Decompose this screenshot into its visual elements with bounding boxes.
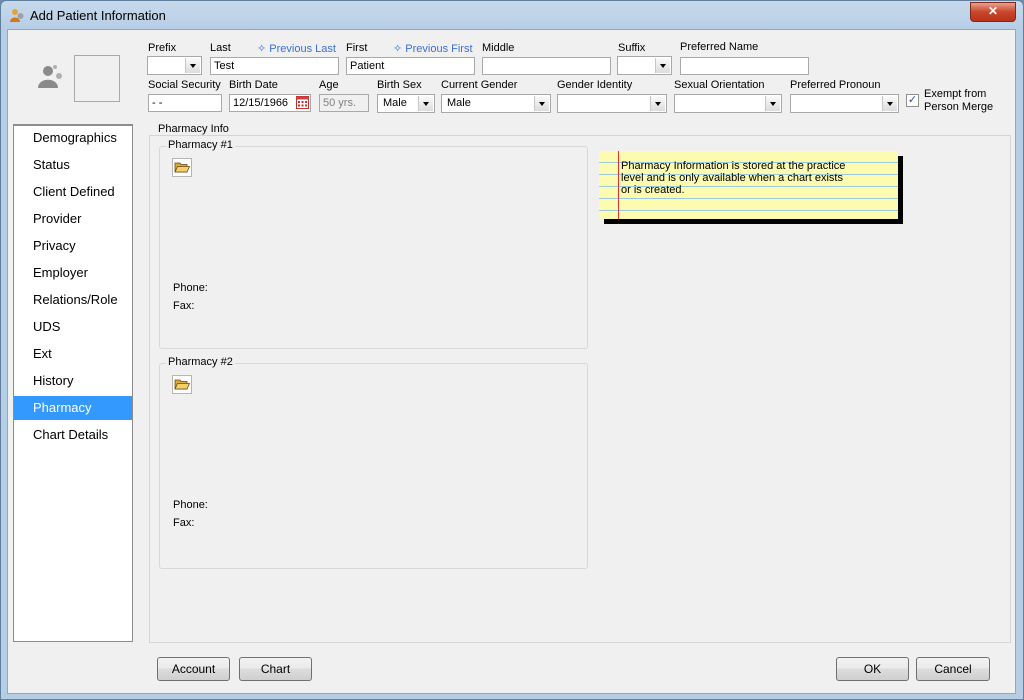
nav-item-client-defined[interactable]: Client Defined	[14, 180, 132, 204]
dialog-client-area: Prefix Last ✧ Previous Last Test First ✧…	[7, 29, 1016, 694]
account-button[interactable]: Account	[157, 657, 230, 681]
cancel-button[interactable]: Cancel	[916, 657, 990, 681]
patient-app-icon	[10, 9, 24, 22]
previous-last-link[interactable]: ✧ Previous Last	[257, 42, 336, 55]
pharmacy-1-title: Pharmacy #1	[166, 139, 235, 151]
calendar-icon[interactable]	[296, 96, 309, 109]
pharmacy-2-title: Pharmacy #2	[166, 356, 235, 368]
close-button[interactable]: ✕	[970, 2, 1016, 22]
preferred-pronoun-label: Preferred Pronoun	[790, 79, 881, 91]
nav-item-demographics[interactable]: Demographics	[14, 126, 132, 150]
chevron-down-icon[interactable]	[765, 96, 780, 111]
pharmacy-1-group: Pharmacy #1 Phone: Fax:	[159, 139, 588, 349]
open-folder-icon[interactable]	[172, 375, 192, 394]
birth-sex-label: Birth Sex	[377, 79, 422, 91]
nav-item-relations-role[interactable]: Relations/Role	[14, 288, 132, 312]
pharmacy-note: Pharmacy Information is stored at the pr…	[599, 151, 898, 219]
nav-item-history[interactable]: History	[14, 369, 132, 393]
chart-button[interactable]: Chart	[239, 657, 312, 681]
open-folder-icon[interactable]	[172, 158, 192, 177]
chevron-down-icon[interactable]	[650, 96, 665, 111]
exempt-label-line2: Person Merge	[924, 101, 994, 113]
ssn-label: Social Security	[148, 79, 221, 91]
birth-date-value: 12/15/1966	[233, 97, 289, 109]
first-name-input[interactable]: Patient	[346, 57, 475, 75]
gender-identity-select[interactable]	[557, 94, 667, 113]
current-gender-value: Male	[447, 97, 471, 109]
pharmacy-1-phone-label: Phone:	[173, 282, 208, 294]
window-title: Add Patient Information	[30, 8, 166, 23]
birth-sex-select[interactable]: Male	[377, 94, 435, 113]
middle-name-input[interactable]	[482, 57, 611, 75]
pharmacy-2-group: Pharmacy #2 Phone: Fax:	[159, 356, 588, 569]
sexual-orientation-select[interactable]	[674, 94, 782, 113]
nav-item-chart-details[interactable]: Chart Details	[14, 423, 132, 447]
previous-first-link[interactable]: ✧ Previous First	[393, 42, 473, 55]
prefix-select[interactable]	[147, 56, 202, 75]
chevron-down-icon[interactable]	[655, 58, 670, 73]
current-gender-label: Current Gender	[441, 79, 518, 91]
preferred-name-input[interactable]	[680, 57, 809, 75]
last-name-input[interactable]: Test	[210, 57, 339, 75]
nav-item-status[interactable]: Status	[14, 153, 132, 177]
first-name-label: First	[346, 42, 368, 54]
middle-name-label: Middle	[482, 42, 515, 54]
nav-item-uds[interactable]: UDS	[14, 315, 132, 339]
pharmacy-2-fax-label: Fax:	[173, 517, 195, 529]
current-gender-select[interactable]: Male	[441, 94, 551, 113]
person-icon	[38, 65, 62, 88]
birth-sex-value: Male	[383, 97, 407, 109]
birth-date-label: Birth Date	[229, 79, 278, 91]
nav-item-privacy[interactable]: Privacy	[14, 234, 132, 258]
pharmacy-note-text: Pharmacy Information is stored at the pr…	[621, 160, 846, 196]
note-margin-line	[618, 151, 619, 219]
nav-item-ext[interactable]: Ext	[14, 342, 132, 366]
sexual-orientation-label: Sexual Orientation	[674, 79, 765, 91]
patient-photo-box[interactable]	[74, 55, 120, 102]
suffix-select[interactable]	[617, 56, 672, 75]
pharmacy-2-phone-label: Phone:	[173, 499, 208, 511]
nav-item-provider[interactable]: Provider	[14, 207, 132, 231]
last-name-label: Last	[210, 42, 231, 54]
pharmacy-1-fax-label: Fax:	[173, 300, 195, 312]
exempt-merge-checkbox[interactable]: ✓	[906, 94, 919, 107]
nav-item-pharmacy[interactable]: Pharmacy	[14, 396, 132, 420]
suffix-label: Suffix	[618, 42, 646, 54]
chevron-down-icon[interactable]	[418, 96, 433, 111]
nav-item-employer[interactable]: Employer	[14, 261, 132, 285]
age-label: Age	[319, 79, 339, 91]
gender-identity-label: Gender Identity	[557, 79, 633, 91]
prefix-label: Prefix	[148, 42, 177, 54]
preferred-pronoun-select[interactable]	[790, 94, 899, 113]
chevron-down-icon[interactable]	[882, 96, 897, 111]
age-field: 50 yrs.	[319, 94, 369, 112]
pharmacy-info-title: Pharmacy Info	[156, 123, 231, 135]
section-nav: Demographics Status Client Defined Provi…	[13, 124, 133, 642]
preferred-name-label: Preferred Name	[680, 41, 759, 53]
chevron-down-icon[interactable]	[185, 58, 200, 73]
title-bar: Add Patient Information ✕	[1, 1, 1023, 29]
ssn-input[interactable]: - -	[148, 94, 222, 112]
exempt-label-line1: Exempt from	[924, 88, 987, 100]
ok-button[interactable]: OK	[836, 657, 909, 681]
chevron-down-icon[interactable]	[534, 96, 549, 111]
